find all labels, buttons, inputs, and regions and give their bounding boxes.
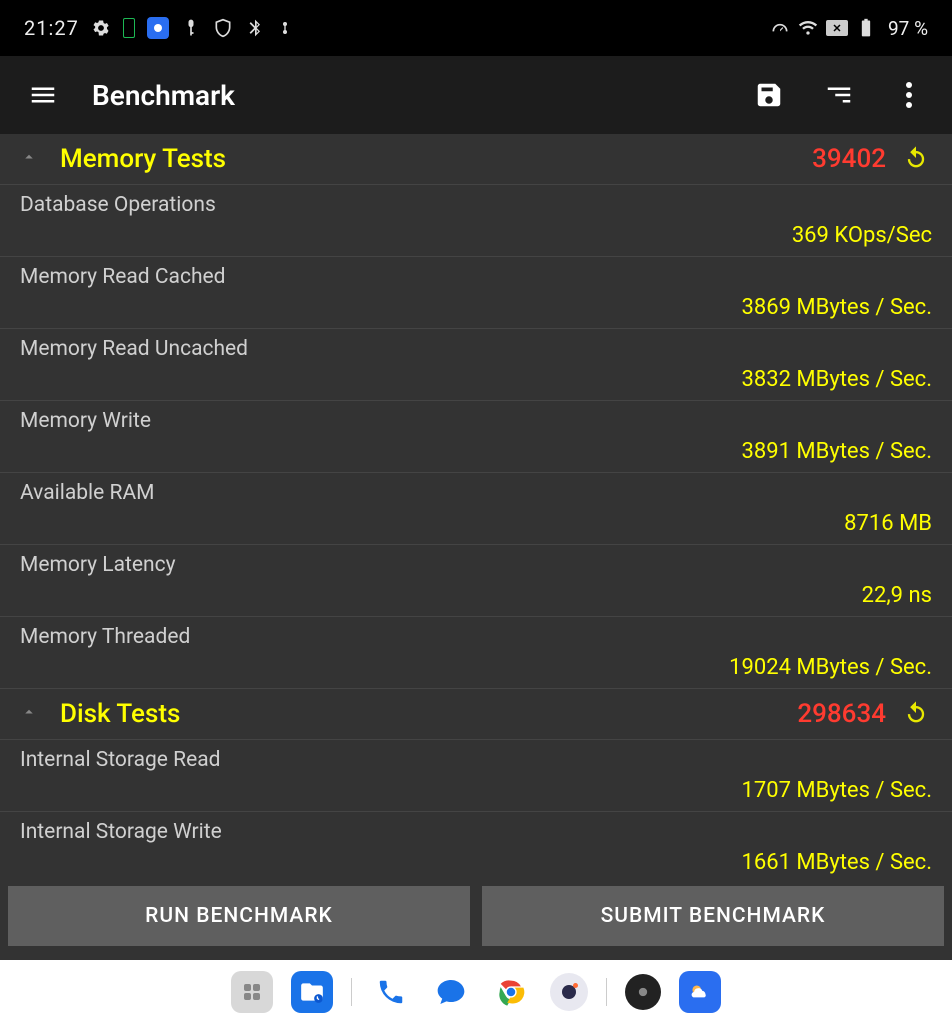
gear-icon <box>91 18 111 38</box>
result-row: Memory Read Uncached3832 MBytes / Sec. <box>0 329 952 401</box>
result-label: Memory Read Uncached <box>20 333 932 363</box>
save-button[interactable] <box>748 74 790 116</box>
result-label: Database Operations <box>20 189 932 219</box>
phone-icon[interactable] <box>370 971 412 1013</box>
chevron-up-icon <box>20 703 40 725</box>
result-value: 369 KOps/Sec <box>20 219 932 254</box>
status-clock: 21:27 <box>24 16 79 40</box>
result-label: Memory Latency <box>20 549 932 579</box>
submit-benchmark-button[interactable]: SUBMIT BENCHMARK <box>482 886 944 946</box>
reload-icon[interactable] <box>902 699 932 729</box>
status-green-icon <box>123 18 135 38</box>
result-value: 3869 MBytes / Sec. <box>20 291 932 326</box>
sim-icon: ✕ <box>826 20 848 36</box>
section-header[interactable]: Memory Tests39402 <box>0 134 952 185</box>
camera-icon[interactable] <box>550 973 588 1011</box>
result-label: Memory Write <box>20 405 932 435</box>
chevron-up-icon <box>20 148 40 170</box>
menu-button[interactable] <box>22 74 64 116</box>
weather-icon[interactable] <box>679 971 721 1013</box>
result-label: Internal Storage Write <box>20 816 932 846</box>
section-title: Memory Tests <box>60 144 812 174</box>
result-label: Internal Storage Read <box>20 744 932 774</box>
result-value: 22,9 ns <box>20 579 932 614</box>
page-title: Benchmark <box>92 79 720 112</box>
reload-icon[interactable] <box>902 144 932 174</box>
battery-icon <box>856 18 876 38</box>
action-bar: RUN BENCHMARK SUBMIT BENCHMARK <box>0 876 952 960</box>
result-value: 3891 MBytes / Sec. <box>20 435 932 470</box>
result-value: 1661 MBytes / Sec. <box>20 846 932 876</box>
result-row: Available RAM8716 MB <box>0 473 952 545</box>
chrome-icon[interactable] <box>490 971 532 1013</box>
battery-percent: 97 % <box>888 17 928 40</box>
nav-dock <box>0 960 952 1024</box>
bluetooth-icon <box>245 18 265 38</box>
result-label: Available RAM <box>20 477 932 507</box>
wifi-icon <box>798 18 818 38</box>
result-label: Memory Threaded <box>20 621 932 651</box>
result-row: Internal Storage Read1707 MBytes / Sec. <box>0 740 952 812</box>
result-value: 8716 MB <box>20 507 932 542</box>
dock-separator <box>351 978 352 1006</box>
result-row: Memory Read Cached3869 MBytes / Sec. <box>0 257 952 329</box>
dock-separator <box>606 978 607 1006</box>
section-score: 298634 <box>797 699 886 729</box>
location-icon <box>277 18 293 38</box>
sort-button[interactable] <box>818 74 860 116</box>
files-icon[interactable] <box>291 971 333 1013</box>
result-row: Memory Write3891 MBytes / Sec. <box>0 401 952 473</box>
shield-icon <box>213 18 233 38</box>
run-benchmark-button[interactable]: RUN BENCHMARK <box>8 886 470 946</box>
result-row: Internal Storage Write1661 MBytes / Sec. <box>0 812 952 876</box>
dark-app-icon[interactable] <box>625 974 661 1010</box>
result-label: Memory Read Cached <box>20 261 932 291</box>
status-blue-app-icon <box>147 17 169 39</box>
apps-icon[interactable] <box>231 971 273 1013</box>
result-row: Database Operations369 KOps/Sec <box>0 185 952 257</box>
result-value: 1707 MBytes / Sec. <box>20 774 932 809</box>
benchmark-results[interactable]: Memory Tests39402Database Operations369 … <box>0 134 952 876</box>
app-bar: Benchmark <box>0 56 952 134</box>
result-row: Memory Latency22,9 ns <box>0 545 952 617</box>
messages-icon[interactable] <box>430 971 472 1013</box>
section-title: Disk Tests <box>60 699 797 729</box>
result-value: 3832 MBytes / Sec. <box>20 363 932 398</box>
result-row: Memory Threaded19024 MBytes / Sec. <box>0 617 952 689</box>
result-value: 19024 MBytes / Sec. <box>20 651 932 686</box>
data-icon <box>770 18 790 38</box>
status-bar: 21:27 ✕ 97 % <box>0 0 952 56</box>
section-score: 39402 <box>812 144 886 174</box>
more-button[interactable] <box>888 74 930 116</box>
section-header[interactable]: Disk Tests298634 <box>0 689 952 740</box>
key-icon <box>181 18 201 38</box>
